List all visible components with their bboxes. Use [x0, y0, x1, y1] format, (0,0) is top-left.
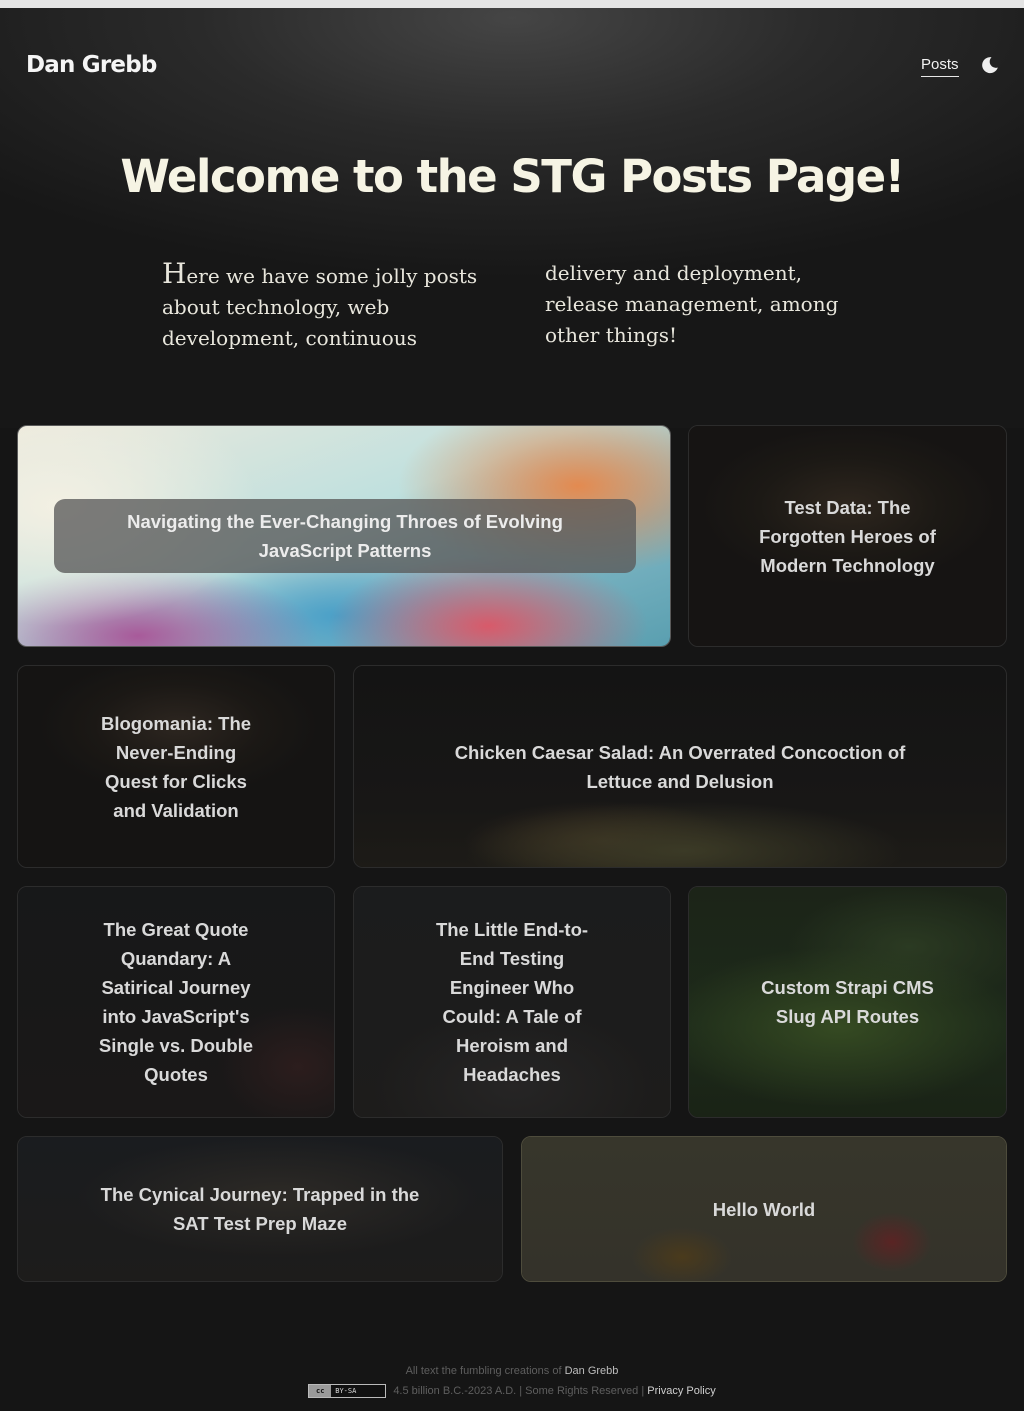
cc-badge-cc-label: cc	[309, 1385, 332, 1398]
post-card-title: Test Data: The Forgotten Heroes of Moder…	[759, 496, 936, 576]
post-card[interactable]: Blogomania: The Never-Ending Quest for C…	[17, 665, 335, 868]
privacy-policy-link[interactable]: Privacy Policy	[647, 1385, 715, 1397]
page-title: Welcome to the STG Posts Page!	[120, 150, 905, 203]
moon-icon[interactable]	[980, 55, 1000, 75]
nav-link-posts[interactable]: Posts	[921, 56, 959, 77]
post-card-title: The Cynical Journey: Trapped in the SAT …	[100, 1184, 420, 1234]
intro-paragraph: Here we have some jolly posts about tech…	[162, 257, 839, 350]
post-card[interactable]: Chicken Caesar Salad: An Overrated Conco…	[353, 665, 1007, 868]
post-card[interactable]: Test Data: The Forgotten Heroes of Moder…	[688, 425, 1007, 647]
post-card-title: Blogomania: The Never-Ending Quest for C…	[100, 712, 252, 821]
site-header: Dan Grebb Posts	[0, 8, 1024, 118]
post-card[interactable]: Navigating the Ever-Changing Throes of E…	[17, 425, 671, 647]
post-card-title: The Great Quote Quandary: A Satirical Jo…	[98, 919, 254, 1085]
post-card-title: Chicken Caesar Salad: An Overrated Conco…	[454, 741, 906, 792]
footer-license-line: cc BY-SA 4.5 billion B.C.-2023 A.D. | Som…	[0, 1381, 1024, 1401]
footer-author-link[interactable]: Dan Grebb	[565, 1365, 619, 1377]
post-card[interactable]: Custom Strapi CMS Slug API Routes	[688, 886, 1007, 1118]
cc-badge-by-label: BY-SA	[335, 1387, 357, 1396]
site-footer: All text the fumbling creations of Dan G…	[0, 1361, 1024, 1401]
post-card[interactable]: The Great Quote Quandary: A Satirical Jo…	[17, 886, 335, 1118]
post-card-title: Navigating the Ever-Changing Throes of E…	[54, 499, 636, 573]
post-card[interactable]: The Cynical Journey: Trapped in the SAT …	[17, 1136, 503, 1282]
post-card[interactable]: The Little End-to-End Testing Engineer W…	[353, 886, 671, 1118]
footer-copyright-text: 4.5 billion B.C.-2023 A.D. | Some Rights…	[393, 1385, 645, 1397]
post-card-title: The Little End-to-End Testing Engineer W…	[435, 919, 589, 1085]
site-brand-link[interactable]: Dan Grebb	[26, 52, 157, 78]
footer-credit-line: All text the fumbling creations of Dan G…	[0, 1361, 1024, 1381]
footer-credit-text: All text the fumbling creations of	[405, 1365, 562, 1377]
post-card-title: Custom Strapi CMS Slug API Routes	[761, 977, 934, 1027]
post-card[interactable]: Hello World	[521, 1136, 1007, 1282]
browser-top-strip	[0, 0, 1024, 8]
post-card-title: Hello World	[712, 1198, 816, 1220]
cc-license-badge-icon[interactable]: cc BY-SA	[308, 1384, 387, 1399]
